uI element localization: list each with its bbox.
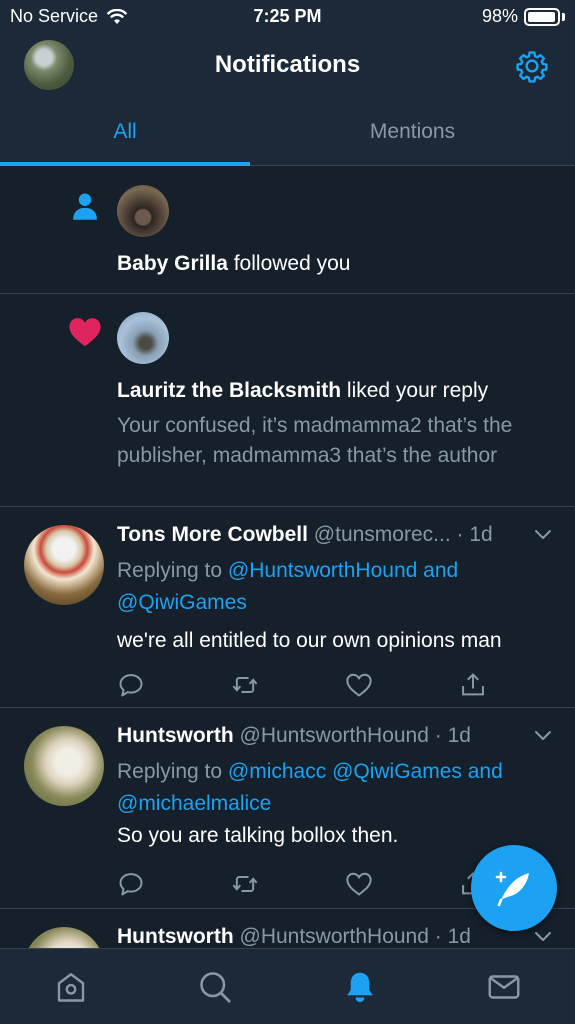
tweet-time: · 1d <box>434 925 471 948</box>
replying-to: Replying to @HuntsworthHound and @QiwiGa… <box>117 555 557 619</box>
battery-percent: 98% <box>481 6 518 26</box>
like-icon[interactable] <box>345 870 373 898</box>
tweet-author-name[interactable]: Tons More Cowbell <box>117 523 308 546</box>
liker-name[interactable]: Lauritz the Blacksmith <box>117 379 341 402</box>
page-title: Notifications <box>214 51 361 78</box>
tweet-text: we're all entitled to our own opinions m… <box>117 629 502 652</box>
retweet-icon[interactable] <box>231 671 259 699</box>
person-icon <box>73 193 97 220</box>
tweet-time: · 1d <box>434 724 471 747</box>
heart-icon <box>69 318 101 347</box>
tweet-author-name[interactable]: Huntsworth <box>117 724 234 747</box>
chevron-down-icon[interactable] <box>533 525 553 545</box>
like-action: liked your reply <box>341 379 489 402</box>
replying-prefix: Replying to <box>117 559 228 582</box>
follow-action: followed you <box>227 252 351 275</box>
share-icon[interactable] <box>459 671 487 699</box>
tweet-actions <box>117 671 487 699</box>
tab-all[interactable]: All <box>0 98 250 166</box>
status-bar: No Service 7:25 PM 98% <box>0 0 575 32</box>
follow-notification[interactable]: Baby Grilla followed you <box>0 167 575 294</box>
tweet-avatar[interactable] <box>24 726 104 806</box>
battery-icon <box>524 7 560 26</box>
search-icon[interactable] <box>197 969 233 1005</box>
tweet-header: Huntsworth @HuntsworthHound · 1d <box>117 724 537 748</box>
replying-to: Replying to @michacc @QiwiGames and @mic… <box>117 756 557 820</box>
tweet-time: · 1d <box>456 523 493 546</box>
bottom-tab-bar <box>0 948 575 1024</box>
reply-icon[interactable] <box>117 671 145 699</box>
tweet[interactable]: Tons More Cowbell @tunsmorec... · 1d Rep… <box>0 507 575 708</box>
replying-prefix: Replying to <box>117 760 228 783</box>
liker-avatar[interactable] <box>117 312 169 364</box>
battery-level <box>528 11 556 22</box>
reply-icon[interactable] <box>117 870 145 898</box>
tweet-author-handle[interactable]: @tunsmorec... <box>314 523 451 546</box>
tweet-author-handle[interactable]: @HuntsworthHound <box>240 724 429 747</box>
tweet-header: Tons More Cowbell @tunsmorec... · 1d <box>117 523 537 547</box>
tweet-author-handle[interactable]: @HuntsworthHound <box>240 925 429 948</box>
header: Notifications <box>0 32 575 98</box>
tweet-author-name[interactable]: Huntsworth <box>117 925 234 948</box>
tab-bar: All Mentions <box>0 98 575 166</box>
compose-feather-icon <box>495 871 529 907</box>
compose-tweet-button[interactable] <box>471 845 557 931</box>
tab-mentions[interactable]: Mentions <box>250 98 575 166</box>
tweet-avatar[interactable] <box>24 927 104 948</box>
status-right: 98% <box>482 6 565 27</box>
notifications-bell-icon[interactable] <box>342 969 378 1005</box>
tweet-text: So you are talking bollox then. <box>117 824 399 847</box>
like-notification[interactable]: Lauritz the Blacksmith liked your reply … <box>0 294 575 507</box>
messages-envelope-icon[interactable] <box>486 969 522 1005</box>
retweet-icon[interactable] <box>231 870 259 898</box>
chevron-down-icon[interactable] <box>533 927 553 947</box>
active-tab-indicator <box>0 162 250 166</box>
home-icon[interactable] <box>53 969 89 1005</box>
like-icon[interactable] <box>345 671 373 699</box>
follow-text: Baby Grilla followed you <box>117 252 350 276</box>
follower-name[interactable]: Baby Grilla <box>117 252 228 275</box>
chevron-down-icon[interactable] <box>533 726 553 746</box>
gear-icon[interactable] <box>515 49 549 83</box>
notification-feed[interactable]: Baby Grilla followed you Lauritz the Bla… <box>0 167 575 948</box>
tweet-actions <box>117 870 487 898</box>
like-text: Lauritz the Blacksmith liked your reply <box>117 379 488 403</box>
follower-avatar[interactable] <box>117 185 169 237</box>
liked-reply-text: Your confused, it’s madmamma2 that’s the… <box>117 414 513 467</box>
tweet-avatar[interactable] <box>24 525 104 605</box>
tweet-header: Huntsworth @HuntsworthHound · 1d <box>117 925 537 948</box>
battery-tip <box>562 12 565 21</box>
